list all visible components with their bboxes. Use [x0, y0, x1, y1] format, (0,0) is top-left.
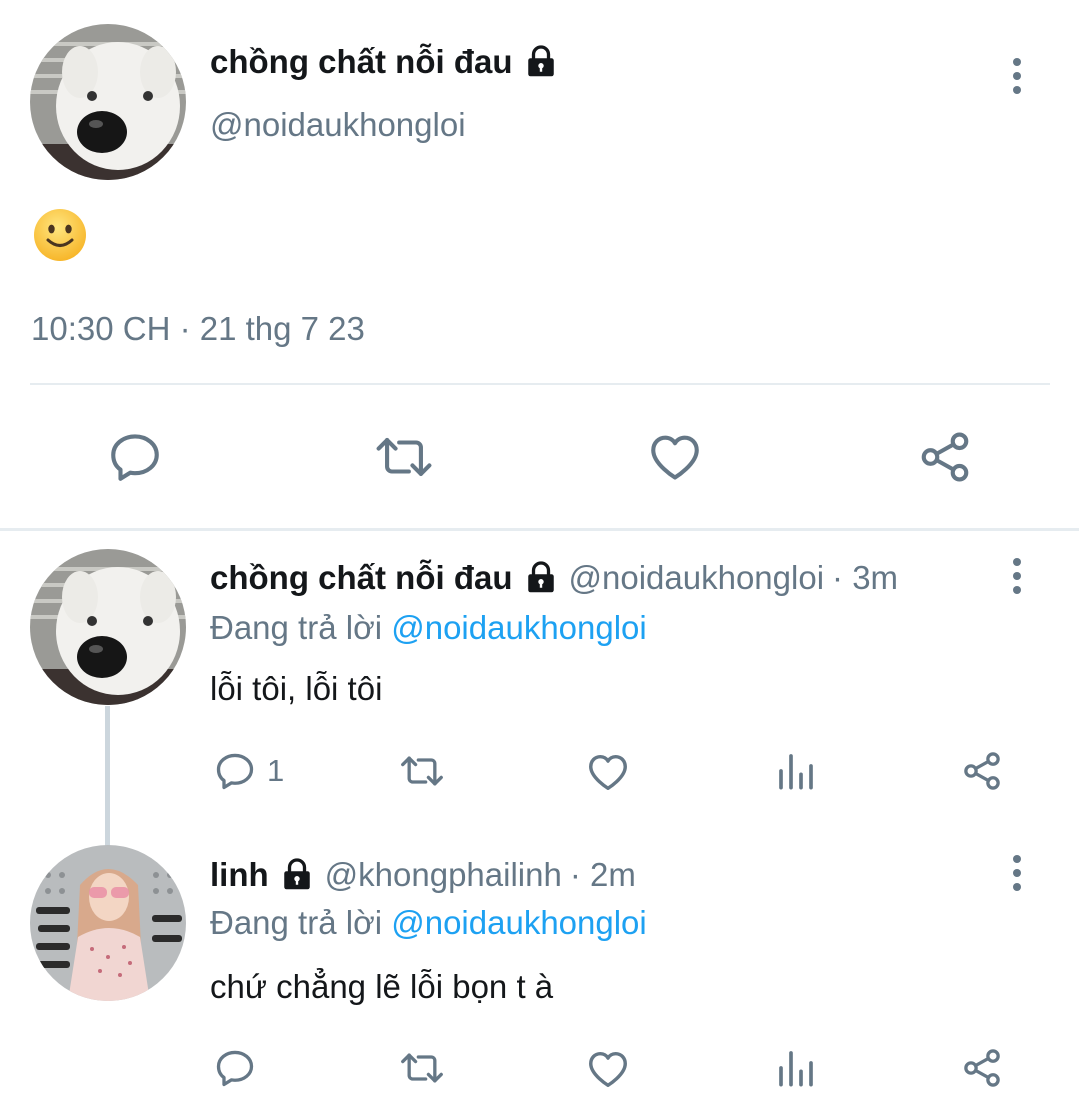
- reply-text: lỗi tôi, lỗi tôi: [210, 670, 383, 707]
- like-button[interactable]: [646, 428, 704, 486]
- share-button[interactable]: [960, 1046, 1004, 1090]
- analytics-button[interactable]: [776, 1048, 816, 1088]
- reply-button[interactable]: 1: [213, 749, 284, 793]
- replying-to-handle[interactable]: @noidaukhongloi: [391, 904, 647, 941]
- replying-to: Đang trả lời @noidaukhongloi: [210, 609, 647, 647]
- thread-line: [105, 706, 110, 846]
- more-options-icon[interactable]: [1010, 855, 1024, 897]
- reply-text: chứ chẳng lẽ lỗi bọn t à: [210, 968, 554, 1005]
- analytics-icon: [779, 754, 813, 790]
- like-icon: [589, 1051, 627, 1088]
- share-button[interactable]: [960, 749, 1004, 793]
- tweet-timestamp[interactable]: 10:30 CH · 21 thg 7 23: [31, 310, 365, 348]
- reply-button[interactable]: [213, 1046, 257, 1090]
- share-icon: [921, 432, 969, 482]
- retweet-button[interactable]: [397, 749, 447, 793]
- author-avatar[interactable]: [30, 24, 186, 180]
- tweet-content: 🙂: [32, 207, 88, 263]
- section-divider: [0, 528, 1079, 531]
- analytics-button[interactable]: [776, 751, 816, 791]
- reply-icon: [216, 753, 254, 790]
- divider: [30, 383, 1050, 385]
- lock-icon: [523, 44, 559, 80]
- reply-avatar[interactable]: [30, 549, 186, 705]
- reply-avatar[interactable]: [30, 845, 186, 1001]
- replying-to-handle[interactable]: @noidaukhongloi: [391, 609, 647, 646]
- reply-header: chồng chất nỗi đau @noidaukhongloi · 3m: [210, 556, 898, 600]
- retweet-icon: [401, 1053, 443, 1083]
- like-icon: [589, 754, 627, 791]
- replying-label: Đang trả lời: [210, 904, 383, 941]
- retweet-button[interactable]: [397, 1046, 447, 1090]
- retweet-button[interactable]: [372, 428, 436, 486]
- replying-to: Đang trả lời @noidaukhongloi: [210, 904, 647, 942]
- share-icon: [964, 752, 1000, 790]
- replying-label: Đang trả lời: [210, 609, 383, 646]
- reply-icon: [111, 434, 159, 481]
- retweet-icon: [401, 756, 443, 786]
- reply-icon: [216, 1050, 254, 1087]
- retweet-icon: [376, 438, 432, 476]
- author-handle[interactable]: @noidaukhongloi: [569, 559, 825, 597]
- more-options-icon[interactable]: [1010, 58, 1024, 100]
- lock-icon: [279, 857, 315, 893]
- more-options-icon[interactable]: [1010, 558, 1024, 600]
- like-icon: [651, 435, 699, 480]
- reply-count: 1: [267, 753, 285, 788]
- reply-header: linh @khongphailinh · 2m: [210, 853, 636, 897]
- display-name[interactable]: chồng chất nỗi đau: [210, 43, 513, 81]
- reply-button[interactable]: [106, 428, 164, 486]
- author-handle[interactable]: @khongphailinh: [325, 856, 562, 894]
- like-button[interactable]: [585, 1046, 631, 1092]
- reply-time: · 2m: [569, 856, 636, 893]
- author-handle[interactable]: @noidaukhongloi: [210, 106, 466, 144]
- reply-time: · 3m: [832, 559, 899, 596]
- share-button[interactable]: [916, 428, 974, 486]
- share-icon: [964, 1049, 1000, 1087]
- analytics-icon: [779, 1051, 813, 1087]
- slightly-smiling-face-icon: [34, 209, 86, 261]
- lock-icon: [523, 560, 559, 596]
- display-name[interactable]: linh: [210, 856, 269, 894]
- like-button[interactable]: [585, 749, 631, 795]
- display-name[interactable]: chồng chất nỗi đau: [210, 559, 513, 597]
